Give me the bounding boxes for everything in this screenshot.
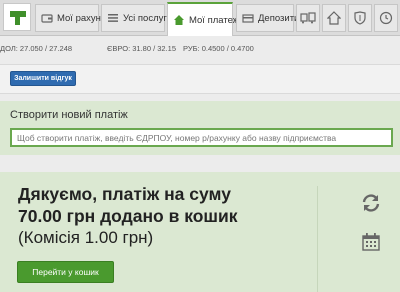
exchange-rates: ДОЛ: 27.050 / 27.248 ЄВРО: 31.80 / 32.15…	[0, 44, 400, 58]
timer-button[interactable]	[374, 4, 398, 32]
tab-all-services-label: Усі послуги	[123, 12, 173, 24]
transport-button[interactable]	[296, 4, 320, 32]
confirmation-message: Дякуємо, платіж на суму	[18, 184, 231, 204]
rate-usd: ДОЛ: 27.050 / 27.248	[0, 44, 73, 53]
rate-rub: РУБ: 0.4500 / 0.4700	[183, 44, 254, 53]
bank-logo-icon	[10, 11, 26, 25]
top-navigation: Мої рахунки Усі послуги Мої платежі Депо…	[0, 0, 400, 36]
tab-my-accounts[interactable]: Мої рахунки	[35, 4, 110, 32]
tab-deposits-label: Депозити	[258, 12, 300, 24]
go-to-cart-button[interactable]: Перейти у кошик	[17, 261, 114, 283]
feedback-strip: Залишити відгук	[0, 64, 400, 94]
rate-eur: ЄВРО: 31.80 / 32.15	[107, 44, 177, 53]
house-icon	[327, 11, 341, 25]
tab-deposits[interactable]: Депозити	[236, 4, 299, 32]
logo[interactable]	[3, 3, 31, 31]
calendar-icon[interactable]	[361, 232, 381, 252]
transport-icon	[300, 12, 316, 24]
divider	[317, 186, 318, 292]
new-payment-title: Створити новий платіж	[10, 109, 128, 121]
house-button[interactable]	[322, 4, 346, 32]
deposit-icon	[242, 12, 254, 24]
tab-my-payments-label: Мої платежі	[189, 14, 242, 26]
commission-text: (Комісія 1.00 грн)	[18, 228, 154, 247]
wallet-icon	[41, 12, 53, 24]
shield-button[interactable]	[348, 4, 372, 32]
leave-feedback-button[interactable]: Залишити відгук	[10, 71, 76, 86]
new-payment-panel: Створити новий платіж Щоб створити платі…	[0, 101, 400, 155]
timer-icon	[379, 11, 393, 25]
shield-icon	[354, 11, 366, 25]
tab-my-payments[interactable]: Мої платежі	[167, 2, 241, 36]
tab-all-services[interactable]: Усі послуги	[101, 4, 172, 32]
confirmation-amount: 70.00 грн додано в кошик	[18, 206, 238, 226]
refresh-icon[interactable]	[360, 192, 382, 214]
list-icon	[107, 12, 119, 24]
confirmation-panel: Дякуємо, платіж на суму 70.00 грн додано…	[0, 172, 400, 292]
payment-search-input[interactable]: Щоб створити платіж, введіть ЄДРПОУ, ном…	[10, 128, 393, 147]
home-icon	[173, 14, 185, 26]
